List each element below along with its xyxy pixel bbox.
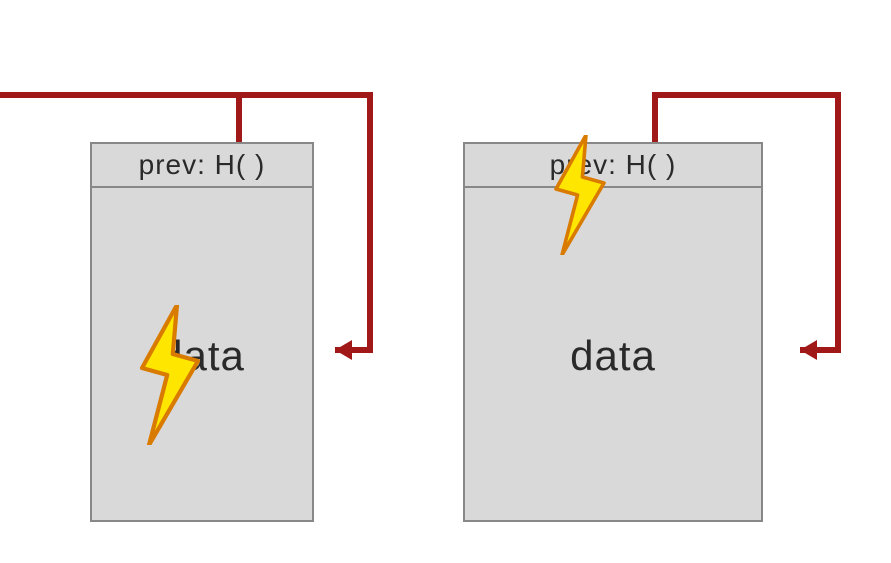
block-1-header-label: prev: H( ) [139, 149, 266, 181]
block-1-body: data [92, 188, 312, 524]
block-1-header: prev: H( ) [92, 144, 312, 188]
block-1-body-label: data [159, 332, 245, 380]
block-2-header-label: prev: H( ) [550, 149, 677, 181]
block-2-body-label: data [570, 332, 656, 380]
block-2-header: prev: H( ) [465, 144, 761, 188]
block-2: prev: H( ) data [463, 142, 763, 522]
block-2-body: data [465, 188, 761, 524]
block-1: prev: H( ) data [90, 142, 314, 522]
